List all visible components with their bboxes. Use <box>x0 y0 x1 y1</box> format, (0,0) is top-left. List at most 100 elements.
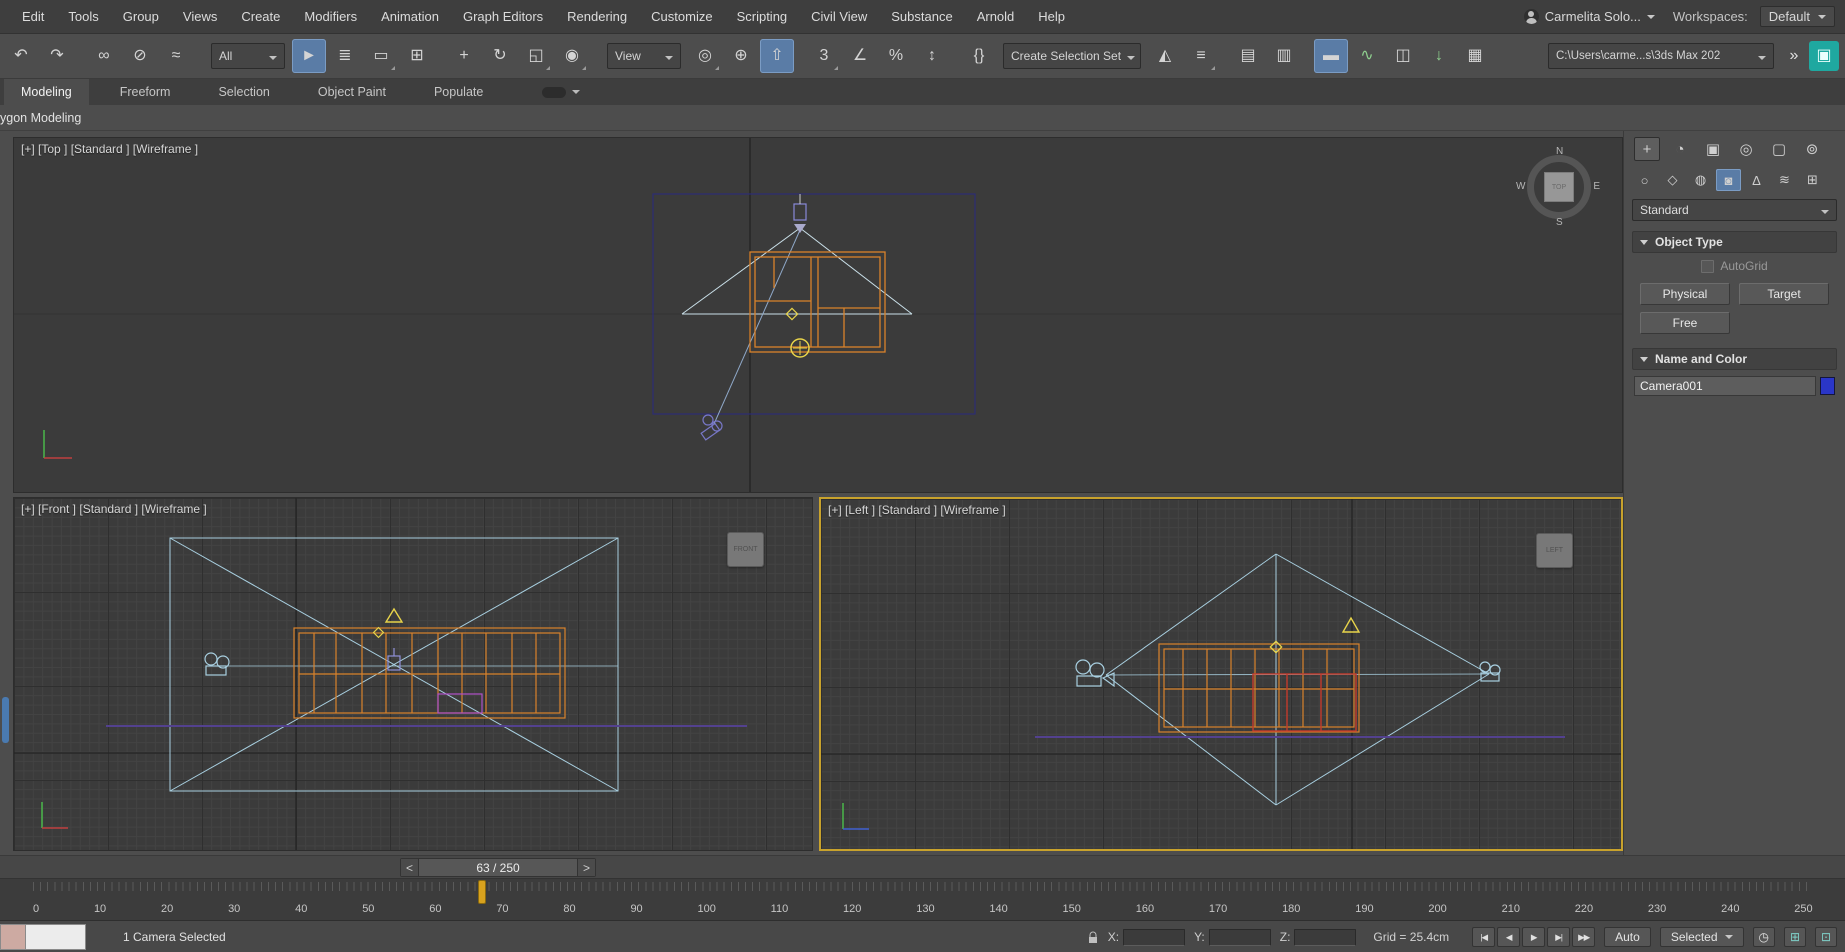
keyboard-shortcut-override-button[interactable]: ⇧ <box>760 39 794 73</box>
geometry-category[interactable]: ○ <box>1632 169 1657 191</box>
display-tab[interactable]: ▢ <box>1766 137 1792 161</box>
menu-create[interactable]: Create <box>229 0 292 33</box>
maximize-viewport-button[interactable]: ⊡ <box>1815 927 1837 947</box>
auto-key-button[interactable]: Auto <box>1604 927 1651 947</box>
motion-tab[interactable]: ◎ <box>1733 137 1759 161</box>
menu-substance[interactable]: Substance <box>879 0 964 33</box>
x-coordinate-field[interactable] <box>1123 929 1185 946</box>
current-frame-marker[interactable] <box>478 880 486 904</box>
project-folder-field[interactable]: C:\Users\carme...s\3ds Max 202 <box>1548 43 1774 69</box>
tab-freeform[interactable]: Freeform <box>103 79 188 105</box>
select-and-place-button[interactable]: ◉ <box>555 39 589 73</box>
object-class-dropdown[interactable]: Standard <box>1632 199 1837 221</box>
toolbar-overflow-button[interactable]: » <box>1781 39 1807 73</box>
select-and-rotate-button[interactable]: ↻ <box>483 39 517 73</box>
target-camera-button[interactable]: Target <box>1739 283 1829 305</box>
select-and-link-button[interactable]: ∞ <box>87 39 121 73</box>
tab-selection[interactable]: Selection <box>201 79 286 105</box>
selection-filter-dropdown[interactable]: All <box>211 43 285 69</box>
listener-macro-pane[interactable] <box>0 924 26 950</box>
reference-coordinate-system-dropdown[interactable]: View <box>607 43 681 69</box>
viewcube-face[interactable]: TOP <box>1544 172 1574 202</box>
viewport-left-label[interactable]: [+] [Left ] [Standard ] [Wireframe ] <box>828 503 1006 517</box>
spinner-snap-button[interactable]: ↕ <box>915 39 949 73</box>
select-object-button[interactable]: ► <box>292 39 326 73</box>
render-production-button[interactable]: ↓ <box>1422 39 1456 73</box>
window-crossing-button[interactable]: ⊞ <box>400 39 434 73</box>
hierarchy-tab[interactable]: ▣ <box>1700 137 1726 161</box>
viewport-front[interactable]: [+] [Front ] [Standard ] [Wireframe ] <box>13 497 813 851</box>
select-and-move-button[interactable]: + <box>447 39 481 73</box>
play-button[interactable]: ▶ <box>1522 927 1545 947</box>
redo-button[interactable]: ↷ <box>40 39 74 73</box>
lights-category[interactable]: ◍ <box>1688 169 1713 191</box>
menu-rendering[interactable]: Rendering <box>555 0 639 33</box>
viewport-left[interactable]: [+] [Left ] [Standard ] [Wireframe ] <box>819 497 1623 851</box>
toggle-ribbon-button[interactable]: ▬ <box>1314 39 1348 73</box>
chevron-down-icon[interactable] <box>572 90 580 98</box>
menu-tools[interactable]: Tools <box>56 0 110 33</box>
front-view-gizmo[interactable]: FRONT <box>727 532 764 567</box>
menu-help[interactable]: Help <box>1026 0 1077 33</box>
menu-animation[interactable]: Animation <box>369 0 451 33</box>
menu-modifiers[interactable]: Modifiers <box>292 0 369 33</box>
viewcube-north-label[interactable]: N <box>1556 146 1563 157</box>
free-camera-button[interactable]: Free <box>1640 312 1730 334</box>
viewcube[interactable]: N S W E TOP <box>1520 148 1598 226</box>
object-type-rollout-header[interactable]: Object Type <box>1632 231 1837 253</box>
shapes-category[interactable]: ◇ <box>1660 169 1685 191</box>
next-frame-arrow-button[interactable]: > <box>577 859 595 876</box>
angle-snap-button[interactable]: ∠ <box>843 39 877 73</box>
object-name-field[interactable] <box>1634 376 1816 396</box>
left-view-gizmo[interactable]: LEFT <box>1536 533 1573 568</box>
y-coordinate-field[interactable] <box>1209 929 1271 946</box>
viewport-top[interactable]: [+] [Top ] [Standard ] [Wireframe ] <box>13 137 1623 493</box>
name-and-color-rollout-header[interactable]: Name and Color <box>1632 348 1837 370</box>
percent-snap-button[interactable]: % <box>879 39 913 73</box>
zoom-extents-button[interactable]: ⊞ <box>1784 927 1806 947</box>
time-slider-track[interactable]: < 63 / 250 > <box>0 855 1845 879</box>
select-by-name-button[interactable]: ≣ <box>328 39 362 73</box>
physical-camera-button[interactable]: Physical <box>1640 283 1730 305</box>
selection-lock-icon[interactable] <box>1087 931 1099 944</box>
autogrid-checkbox[interactable]: AutoGrid <box>1636 259 1833 273</box>
z-coordinate-field[interactable] <box>1294 929 1356 946</box>
toggle-scene-explorer-button[interactable]: ▤ <box>1231 39 1265 73</box>
utilities-tab[interactable]: ⊚ <box>1799 137 1825 161</box>
menu-edit[interactable]: Edit <box>10 0 56 33</box>
bind-to-space-warp-button[interactable]: ≈ <box>159 39 193 73</box>
menu-views[interactable]: Views <box>171 0 229 33</box>
object-color-swatch[interactable] <box>1820 377 1835 395</box>
app-badge-icon[interactable]: ▣ <box>1809 41 1839 71</box>
menu-graph-editors[interactable]: Graph Editors <box>451 0 555 33</box>
undo-button[interactable]: ↶ <box>4 39 38 73</box>
viewcube-east-label[interactable]: E <box>1593 181 1600 192</box>
panel-scroll-handle[interactable] <box>2 697 9 743</box>
curve-editor-button[interactable]: ∿ <box>1350 39 1384 73</box>
workspace-dropdown[interactable]: Default <box>1760 6 1835 27</box>
select-and-scale-button[interactable]: ◱ <box>519 39 553 73</box>
snap-toggle-3d-button[interactable]: 3 <box>807 39 841 73</box>
next-frame-button[interactable]: ▶| <box>1547 927 1570 947</box>
populate-flock-icon[interactable] <box>542 87 566 98</box>
systems-category[interactable]: ⊞ <box>1800 169 1825 191</box>
use-pivot-point-center-button[interactable]: ◎ <box>688 39 722 73</box>
create-tab[interactable]: + <box>1634 137 1660 161</box>
previous-frame-button[interactable]: ◀ <box>1497 927 1520 947</box>
polygon-modeling-panel-label[interactable]: ygon Modeling <box>0 111 81 125</box>
menu-civil-view[interactable]: Civil View <box>799 0 879 33</box>
time-slider-thumb[interactable]: < 63 / 250 > <box>400 858 596 877</box>
named-selection-set-dropdown[interactable]: Create Selection Set <box>1003 43 1141 69</box>
select-and-manipulate-button[interactable]: ⊕ <box>724 39 758 73</box>
viewport-front-label[interactable]: [+] [Front ] [Standard ] [Wireframe ] <box>21 502 207 516</box>
tab-populate[interactable]: Populate <box>417 79 500 105</box>
edit-named-selection-sets-button[interactable]: {} <box>962 39 996 73</box>
go-to-start-button[interactable]: |◀ <box>1472 927 1495 947</box>
menu-arnold[interactable]: Arnold <box>965 0 1027 33</box>
menu-group[interactable]: Group <box>111 0 171 33</box>
selected-key-set-dropdown[interactable]: Selected <box>1660 927 1744 947</box>
unlink-selection-button[interactable]: ⊘ <box>123 39 157 73</box>
cameras-category[interactable]: ◙ <box>1716 169 1741 191</box>
rectangular-selection-region-button[interactable]: ▭ <box>364 39 398 73</box>
previous-frame-arrow-button[interactable]: < <box>401 859 419 876</box>
